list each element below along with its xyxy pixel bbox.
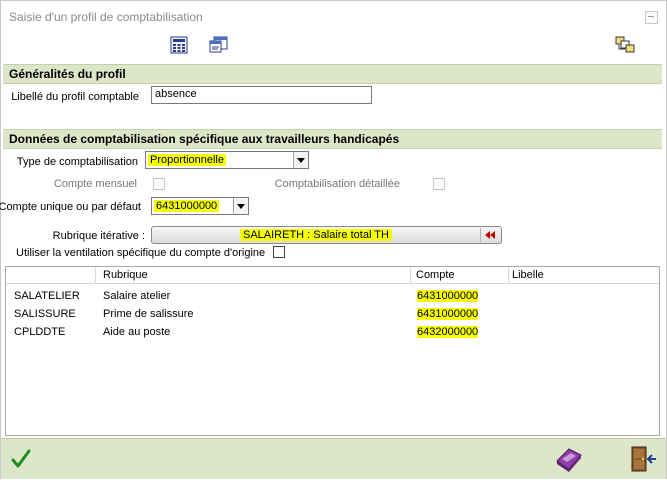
- monthly-account-caption: Compte mensuel: [53, 178, 137, 190]
- footer-bar: [0, 438, 667, 480]
- main-panel: Généralités du profil Libellé du profil …: [0, 60, 667, 438]
- section-specific-header: Données de comptabilisation spécifique a…: [3, 129, 662, 149]
- profile-label-input[interactable]: absence: [151, 86, 372, 104]
- table-header: Rubrique Compte Libelle: [6, 267, 659, 284]
- toolbar: [0, 32, 667, 60]
- window-detail-icon[interactable]: [209, 36, 229, 54]
- row-rubrique: Salaire atelier: [103, 290, 171, 302]
- bottom-strip: [0, 479, 667, 499]
- use-origin-checkbox[interactable]: [273, 246, 285, 258]
- row-rubrique: Prime de salissure: [103, 308, 194, 320]
- table-row[interactable]: SALATELIER Salaire atelier 6431000000: [6, 287, 659, 305]
- detailed-accounting-checkbox[interactable]: [433, 178, 445, 190]
- accounting-type-select[interactable]: Proportionnelle: [145, 151, 309, 169]
- row-compte: 6431000000: [417, 290, 479, 302]
- column-divider: [95, 267, 96, 283]
- calculator-icon[interactable]: [169, 36, 189, 54]
- row-compte: 6432000000: [417, 326, 479, 338]
- section-general-header: Généralités du profil: [3, 64, 662, 84]
- copy-windows-icon[interactable]: [615, 36, 635, 54]
- column-divider: [508, 267, 509, 283]
- row-code: CPLDDTE: [14, 326, 66, 338]
- chevron-down-icon[interactable]: [233, 198, 248, 214]
- section-general-title: Généralités du profil: [9, 67, 126, 81]
- use-origin-caption: Utiliser la ventilation spécifique du co…: [16, 247, 266, 259]
- default-account-value: 6431000000: [154, 200, 220, 212]
- iterative-caption: Rubrique itérative :: [52, 230, 145, 242]
- row-code: SALATELIER: [14, 290, 80, 302]
- section-specific-title: Données de comptabilisation spécifique a…: [9, 132, 400, 146]
- profile-label-caption: Libellé du profil comptable: [11, 91, 139, 103]
- rubric-table: Rubrique Compte Libelle SALATELIER Salai…: [5, 266, 660, 436]
- monthly-account-checkbox[interactable]: [153, 178, 165, 190]
- eraser-icon[interactable]: [554, 445, 584, 476]
- rewind-icon[interactable]: [480, 228, 499, 242]
- column-header-compte[interactable]: Compte: [416, 269, 455, 281]
- column-header-rubrique[interactable]: Rubrique: [103, 269, 148, 281]
- default-account-select[interactable]: 6431000000: [151, 197, 249, 215]
- column-header-libelle[interactable]: Libelle: [512, 269, 544, 281]
- minimize-button[interactable]: [645, 11, 658, 24]
- accounting-type-caption: Type de comptabilisation: [16, 156, 138, 168]
- accounting-type-value: Proportionnelle: [148, 154, 226, 166]
- default-account-caption: Compte unique ou par défaut: [0, 201, 141, 213]
- table-row[interactable]: CPLDDTE Aide au poste 6432000000: [6, 323, 659, 341]
- table-row[interactable]: SALISSURE Prime de salissure 6431000000: [6, 305, 659, 323]
- column-divider: [410, 267, 411, 283]
- iterative-rubric-field[interactable]: SALAIRETH : Salaire total TH: [151, 226, 502, 244]
- validate-checkmark-icon[interactable]: [11, 449, 31, 472]
- title-bar: Saisie d'un profil de comptabilisation: [0, 0, 667, 33]
- row-compte: 6431000000: [417, 308, 479, 320]
- chevron-down-icon[interactable]: [293, 152, 308, 168]
- row-rubrique: Aide au poste: [103, 326, 171, 338]
- detailed-accounting-caption: Comptabilisation détaillée: [274, 178, 400, 190]
- window-title: Saisie d'un profil de comptabilisation: [9, 10, 203, 24]
- iterative-rubric-value: SALAIRETH : Salaire total TH: [240, 229, 392, 241]
- exit-door-icon[interactable]: [629, 445, 657, 476]
- row-code: SALISSURE: [14, 308, 76, 320]
